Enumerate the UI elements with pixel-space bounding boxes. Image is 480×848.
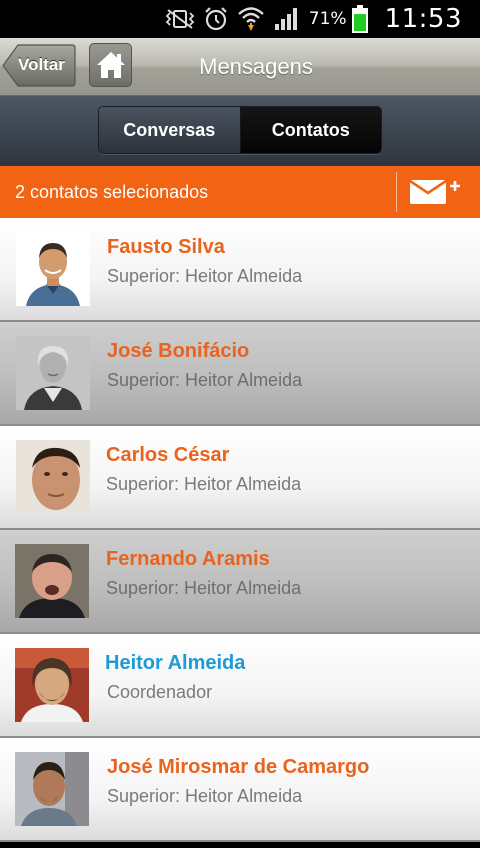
- contact-subtitle: Superior: Heitor Almeida: [106, 474, 302, 494]
- contact-subtitle: Superior: Heitor Almeida: [107, 370, 303, 390]
- segmented-control: Conversas Contatos: [98, 106, 382, 154]
- contact-subtitle: Superior: Heitor Almeida: [107, 786, 303, 806]
- contact-subtitle: Superior: Heitor Almeida: [107, 266, 303, 286]
- contact-list: Fausto Silva Superior: Heitor Almeida Jo…: [0, 218, 480, 848]
- status-bar: 71% 11:53: [0, 0, 480, 38]
- contact-row[interactable]: Carlos César Superior: Heitor Almeida: [0, 426, 480, 530]
- avatar: [15, 648, 89, 722]
- contact-name: Carlos César: [106, 444, 230, 466]
- contact-name: Fernando Aramis: [106, 548, 270, 570]
- tab-contatos[interactable]: Contatos: [240, 107, 381, 153]
- mail-add-icon: [409, 179, 460, 204]
- contact-name: José Mirosmar de Camargo: [107, 756, 370, 778]
- contact-subtitle: Superior: Heitor Almeida: [106, 578, 302, 598]
- tab-conversas[interactable]: Conversas: [99, 107, 241, 153]
- avatar: [16, 440, 90, 514]
- avatar: [16, 336, 90, 410]
- contact-row[interactable]: Fausto Silva Superior: Heitor Almeida: [0, 218, 480, 322]
- selection-bar: 2 contatos selecionados: [0, 166, 480, 218]
- contact-subtitle: Coordenador: [107, 682, 213, 702]
- selection-bar-divider: [396, 172, 397, 212]
- selection-count-text: 2 contatos selecionados: [15, 182, 209, 202]
- wifi-icon: [237, 5, 265, 33]
- avatar: [16, 232, 90, 306]
- status-clock: 11:53: [384, 4, 462, 34]
- avatar: [15, 752, 89, 826]
- alarm-icon: [203, 6, 229, 32]
- battery-icon: [351, 4, 369, 34]
- contact-row[interactable]: Fernando Aramis Superior: Heitor Almeida: [0, 530, 480, 634]
- avatar: [15, 544, 89, 618]
- tab-bar: Conversas Contatos: [0, 96, 480, 166]
- signal-icon: [273, 6, 301, 32]
- page-title: Mensagens: [199, 54, 313, 79]
- contact-name: José Bonifácio: [107, 340, 250, 362]
- contact-row[interactable]: José Mirosmar de Camargo Superior: Heito…: [0, 738, 480, 842]
- contact-row[interactable]: José Bonifácio Superior: Heitor Almeida: [0, 322, 480, 426]
- vibrate-icon: [165, 8, 195, 30]
- compose-message-button[interactable]: [405, 176, 467, 208]
- contact-name: Heitor Almeida: [105, 652, 246, 674]
- battery-percent: 71%: [308, 9, 347, 29]
- contact-row[interactable]: Heitor Almeida Coordenador: [0, 634, 480, 738]
- contact-name: Fausto Silva: [107, 236, 225, 258]
- action-bar: Voltar Mensagens: [0, 38, 480, 96]
